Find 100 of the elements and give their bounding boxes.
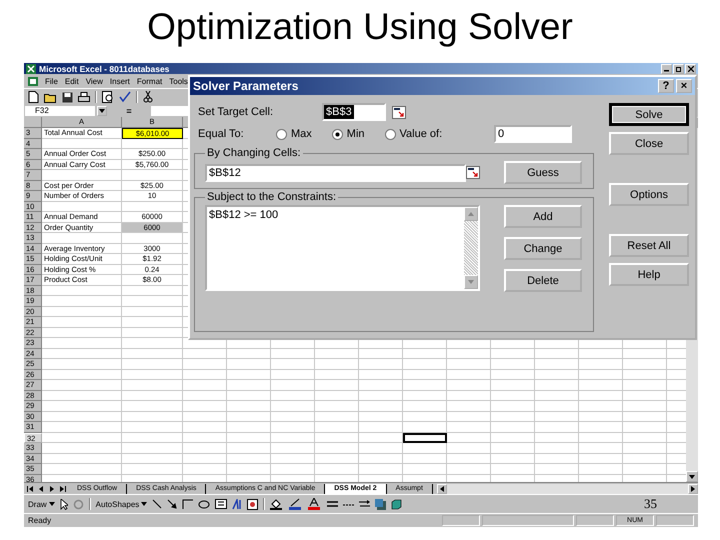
spreadsheet-cell[interactable] <box>491 422 535 432</box>
spreadsheet-cell[interactable] <box>42 317 122 328</box>
spreadsheet-cell[interactable] <box>315 432 359 443</box>
spreadsheet-cell[interactable] <box>447 454 491 464</box>
spreadsheet-cell[interactable] <box>623 390 667 401</box>
spreadsheet-cell[interactable] <box>535 359 579 370</box>
spreadsheet-cell[interactable] <box>315 443 359 454</box>
spreadsheet-cell[interactable] <box>359 464 403 474</box>
spreadsheet-cell[interactable] <box>623 443 667 454</box>
open-folder-icon[interactable] <box>44 92 57 102</box>
line-style-icon[interactable] <box>327 500 338 508</box>
spreadsheet-cell[interactable] <box>271 359 315 370</box>
spreadsheet-cell[interactable] <box>42 443 122 454</box>
spreadsheet-cell[interactable] <box>42 432 122 443</box>
spreadsheet-cell[interactable] <box>359 348 403 359</box>
list-scrollbar[interactable] <box>464 207 478 289</box>
spreadsheet-cell[interactable] <box>315 464 359 474</box>
oval-icon[interactable] <box>198 500 210 508</box>
name-box[interactable]: F32 <box>25 106 95 116</box>
last-sheet-icon[interactable] <box>60 486 66 492</box>
spreadsheet-cell[interactable] <box>122 464 183 474</box>
spreadsheet-cell[interactable] <box>42 233 122 244</box>
spreadsheet-cell[interactable] <box>403 390 447 401</box>
spreadsheet-cell[interactable] <box>227 443 271 454</box>
spreadsheet-cell[interactable] <box>42 380 122 390</box>
arrow-icon[interactable] <box>167 499 178 509</box>
spreadsheet-cell[interactable] <box>227 412 271 422</box>
spreadsheet-cell[interactable] <box>315 390 359 401</box>
spreadsheet-cell[interactable] <box>579 401 623 412</box>
spreadsheet-cell[interactable] <box>359 454 403 464</box>
spreadsheet-cell[interactable] <box>403 443 447 454</box>
clip-art-icon[interactable] <box>247 498 258 510</box>
spreadsheet-cell[interactable] <box>359 422 403 432</box>
spreadsheet-cell[interactable] <box>623 454 667 464</box>
fill-color-icon[interactable] <box>270 498 284 510</box>
spreadsheet-cell[interactable] <box>271 390 315 401</box>
autoshapes-menu[interactable]: AutoShapes <box>96 500 148 508</box>
spreadsheet-cell[interactable] <box>403 401 447 412</box>
spreadsheet-cell[interactable] <box>183 401 227 412</box>
help-button[interactable]: ? <box>658 79 674 93</box>
spreadsheet-cell[interactable] <box>403 412 447 422</box>
spreadsheet-cell[interactable] <box>42 401 122 412</box>
spreadsheet-cell[interactable] <box>122 359 183 370</box>
spreadsheet-cell[interactable] <box>403 422 447 432</box>
spreadsheet-cell[interactable] <box>447 348 491 359</box>
spreadsheet-cell[interactable] <box>579 422 623 432</box>
changing-cells-field[interactable]: $B$12 <box>205 164 466 182</box>
pointer-icon[interactable] <box>60 498 68 510</box>
spreadsheet-cell[interactable] <box>403 464 447 474</box>
spreadsheet-cell[interactable] <box>122 306 183 317</box>
spreadsheet-cell[interactable] <box>491 348 535 359</box>
spreadsheet-cell[interactable] <box>122 202 183 212</box>
spreadsheet-cell[interactable] <box>183 412 227 422</box>
print-preview-icon[interactable] <box>102 91 114 103</box>
dialog-button[interactable]: Help <box>609 263 689 286</box>
dialog-button[interactable]: Reset All <box>609 234 689 257</box>
spreadsheet-cell[interactable] <box>122 370 183 380</box>
spreadsheet-cell[interactable] <box>535 443 579 454</box>
new-document-icon[interactable] <box>28 91 39 103</box>
spreadsheet-cell[interactable] <box>315 380 359 390</box>
spreadsheet-cell[interactable] <box>403 370 447 380</box>
dialog-button[interactable]: Close <box>609 132 689 155</box>
wordart-icon[interactable] <box>232 498 242 510</box>
spreadsheet-cell[interactable] <box>183 390 227 401</box>
spreadsheet-cell[interactable] <box>183 422 227 432</box>
spreadsheet-cell[interactable] <box>42 138 122 149</box>
spreadsheet-cell[interactable] <box>579 370 623 380</box>
spreadsheet-cell[interactable] <box>359 370 403 380</box>
spreadsheet-cell[interactable] <box>447 464 491 474</box>
spreadsheet-cell[interactable] <box>42 338 122 348</box>
spreadsheet-cell[interactable] <box>42 328 122 338</box>
spreadsheet-cell[interactable] <box>122 286 183 296</box>
dialog-button[interactable]: Solve <box>609 103 689 126</box>
constraint-item[interactable]: $B$12 >= 100 <box>209 209 462 221</box>
spreadsheet-cell[interactable] <box>447 390 491 401</box>
constraint-button[interactable]: Delete <box>504 269 582 292</box>
menu-item[interactable]: Edit <box>64 76 79 86</box>
first-sheet-icon[interactable] <box>26 486 32 492</box>
spreadsheet-cell[interactable] <box>227 432 271 443</box>
line-color-icon[interactable] <box>289 498 304 510</box>
spreadsheet-cell[interactable] <box>447 432 491 443</box>
close-button[interactable] <box>685 64 696 74</box>
spreadsheet-cell[interactable] <box>315 401 359 412</box>
spreadsheet-cell[interactable] <box>42 296 122 306</box>
spreadsheet-cell[interactable] <box>42 412 122 422</box>
spreadsheet-cell[interactable] <box>623 348 667 359</box>
spreadsheet-cell[interactable] <box>227 380 271 390</box>
spreadsheet-cell[interactable] <box>579 454 623 464</box>
spreadsheet-cell[interactable] <box>579 443 623 454</box>
spelling-icon[interactable] <box>119 91 131 103</box>
line-icon[interactable] <box>152 499 162 509</box>
spreadsheet-cell[interactable] <box>183 432 227 443</box>
spreadsheet-cell[interactable] <box>315 454 359 464</box>
spreadsheet-cell[interactable] <box>271 348 315 359</box>
spreadsheet-cell[interactable] <box>183 370 227 380</box>
spreadsheet-cell[interactable] <box>122 422 183 432</box>
radio-option[interactable]: Value of: <box>384 128 442 140</box>
menu-item[interactable]: Format <box>136 76 162 86</box>
spreadsheet-cell[interactable] <box>183 359 227 370</box>
shadow-icon[interactable] <box>375 498 386 510</box>
